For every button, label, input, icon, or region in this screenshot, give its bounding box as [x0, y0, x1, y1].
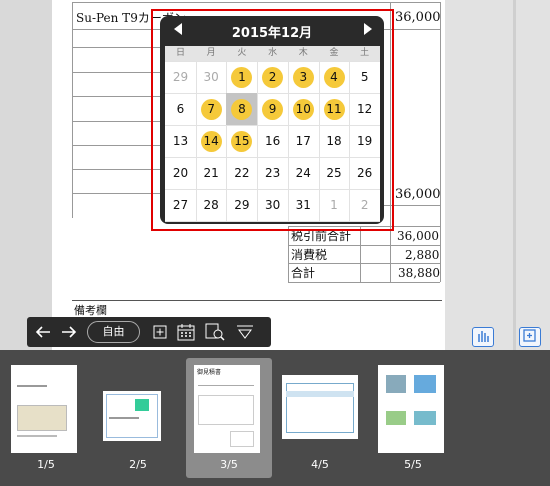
table-border	[72, 169, 162, 170]
item-amount-cell: 36,000	[395, 10, 441, 25]
add-page-glyph	[523, 329, 536, 342]
total-label: 合計	[291, 266, 316, 280]
table-border	[440, 2, 441, 282]
collapse-button[interactable]	[233, 317, 257, 347]
tax-excluded-value: 36,000	[397, 229, 439, 243]
table-border	[72, 121, 162, 122]
thumbnail-preview	[103, 391, 161, 441]
thumbnail-preview: 御見積書	[194, 365, 260, 453]
add-button[interactable]	[149, 317, 171, 347]
thumbnail-page-label: 3/5	[220, 458, 238, 471]
thumbnail-title: 御見積書	[197, 369, 222, 376]
floating-toolbar: 自由	[27, 317, 271, 347]
plus-box-icon	[153, 325, 167, 339]
hand-tool-glyph	[478, 331, 489, 342]
table-border	[360, 226, 361, 282]
page-thumbnail[interactable]: 御見積書 3/5	[186, 358, 272, 478]
forward-button[interactable]	[57, 317, 81, 347]
page-thumbnail[interactable]: 1/5	[3, 358, 89, 478]
add-page-icon[interactable]	[519, 327, 541, 347]
calendar-icon	[177, 324, 195, 341]
tax-value: 2,880	[405, 248, 440, 262]
table-border	[72, 72, 162, 73]
table-border	[288, 226, 289, 282]
table-border	[288, 282, 440, 283]
table-border	[72, 193, 162, 194]
table-border	[72, 47, 162, 48]
table-border	[72, 2, 73, 218]
tax-label: 消費税	[291, 248, 328, 262]
page-search-button[interactable]	[203, 317, 227, 347]
thumbnail-preview	[282, 375, 358, 439]
page-thumbnail[interactable]: 5/5	[370, 358, 456, 478]
collapse-icon	[237, 325, 253, 339]
page-thumbnail-strip: 1/5 2/5 御見積書 3/5 4/5 5/5	[0, 350, 550, 486]
thumbnail-preview	[378, 365, 444, 453]
table-border	[72, 96, 162, 97]
arrow-right-icon	[62, 326, 77, 338]
document-margin	[445, 0, 550, 350]
thumbnail-page-label: 1/5	[37, 458, 55, 471]
remarks-divider	[72, 300, 442, 301]
margin-divider	[513, 0, 516, 350]
thumbnail-page-label: 4/5	[311, 458, 329, 471]
highlight-frame	[151, 9, 394, 231]
subtotal-amount-cell: 36,000	[395, 187, 441, 202]
thumbnail-preview	[11, 365, 77, 453]
back-button[interactable]	[31, 317, 55, 347]
table-border	[72, 145, 162, 146]
total-value: 38,880	[398, 266, 440, 280]
table-border	[72, 2, 440, 3]
hand-tool-icon[interactable]	[472, 327, 494, 347]
page-thumbnail[interactable]: 2/5	[95, 358, 181, 478]
thumbnail-page-label: 5/5	[404, 458, 422, 471]
calendar-button[interactable]	[175, 317, 197, 347]
thumbnail-page-label: 2/5	[129, 458, 147, 471]
arrow-left-icon	[35, 326, 50, 338]
page-thumbnail[interactable]: 4/5	[277, 358, 363, 478]
page-search-icon	[205, 323, 225, 341]
mode-free-button[interactable]: 自由	[87, 321, 140, 343]
